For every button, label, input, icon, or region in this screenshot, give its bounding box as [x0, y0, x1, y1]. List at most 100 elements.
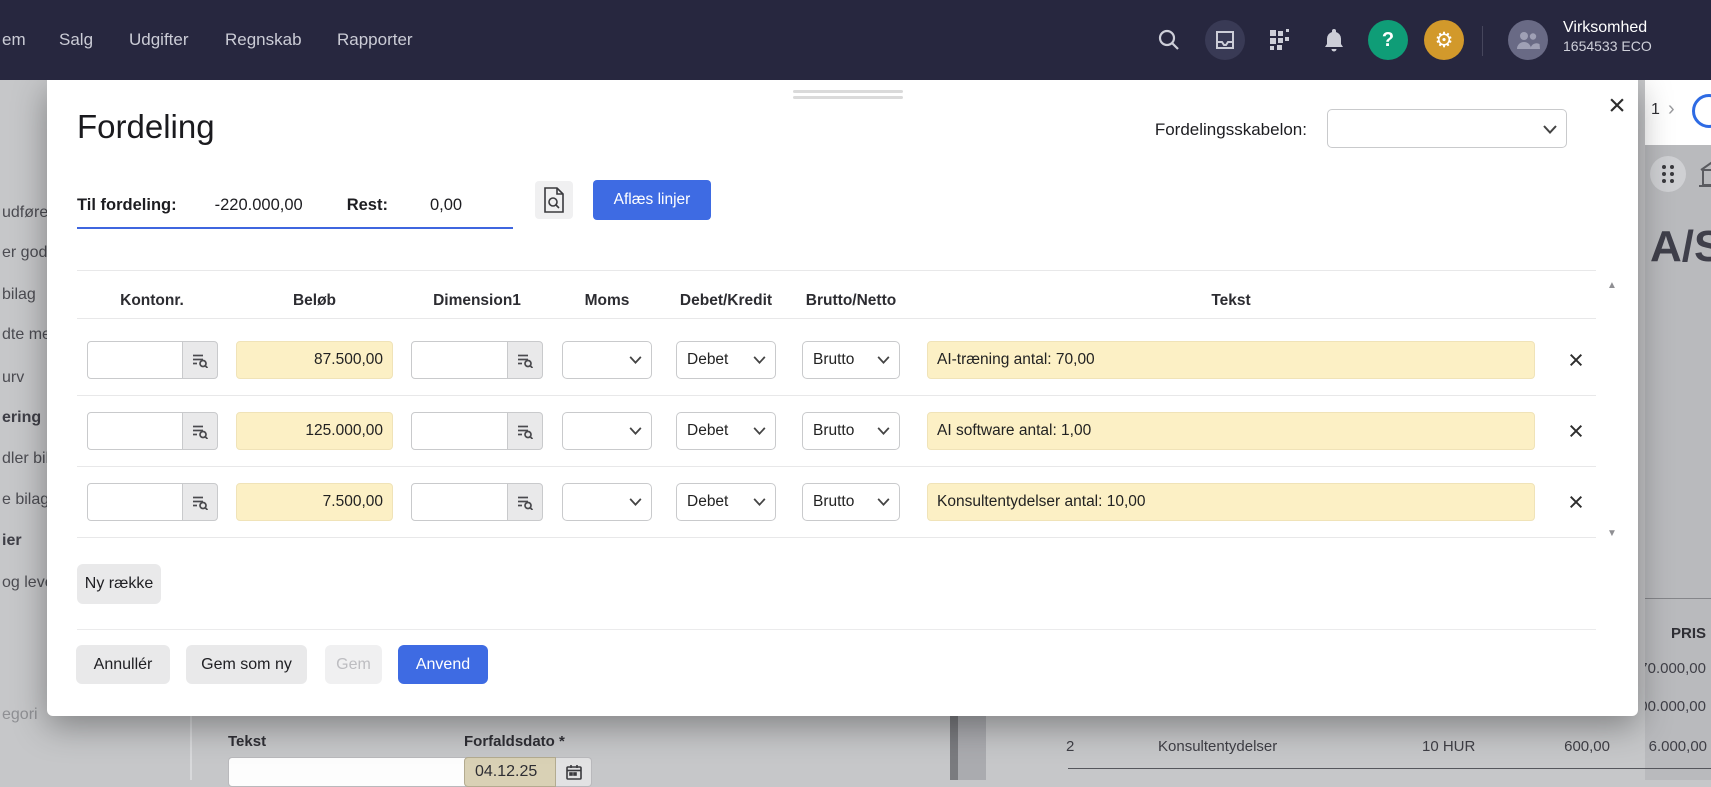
amount-input[interactable]	[236, 341, 393, 379]
list-search-icon	[517, 353, 534, 368]
delete-row-icon[interactable]: ×	[1560, 486, 1592, 518]
dimension-lookup-button[interactable]	[507, 483, 543, 521]
col-header-dimension1: Dimension1	[411, 292, 543, 310]
dimension-input[interactable]	[411, 412, 508, 450]
company-info[interactable]: Virksomhed 1654533 ECO	[1563, 18, 1652, 56]
read-lines-button[interactable]: Aflæs linjer	[593, 180, 711, 220]
search-icon[interactable]	[1149, 20, 1189, 60]
vat-select[interactable]	[562, 412, 652, 450]
company-name-fragment: A/S	[1650, 222, 1711, 272]
account-input[interactable]	[87, 412, 183, 450]
dimension-input[interactable]	[411, 483, 508, 521]
scroll-up-icon[interactable]: ▲	[1603, 278, 1621, 292]
close-icon[interactable]: ×	[1599, 88, 1635, 124]
sidebar-item: udføre	[2, 204, 48, 222]
delete-row-icon[interactable]: ×	[1560, 415, 1592, 447]
notifications-icon[interactable]	[1314, 20, 1354, 60]
debit-credit-value: Debet	[687, 351, 728, 369]
debit-credit-select[interactable]: Debet	[676, 341, 776, 379]
nav-item-salg[interactable]: Salg	[59, 0, 93, 80]
account-lookup-button[interactable]	[182, 483, 218, 521]
settings-icon[interactable]: ⚙	[1424, 20, 1464, 60]
sidebar-item: e bilag	[2, 491, 49, 509]
gross-net-select[interactable]: Brutto	[802, 412, 900, 450]
divider	[1645, 598, 1711, 599]
gross-net-select[interactable]: Brutto	[802, 341, 900, 379]
save-button[interactable]: Gem	[325, 645, 382, 684]
new-row-button[interactable]: Ny række	[77, 564, 161, 604]
rest-value: 0,00	[430, 196, 462, 215]
sidebar-item: er god	[2, 244, 47, 262]
nav-label: em	[2, 30, 26, 50]
chevron-down-icon	[877, 427, 890, 435]
template-select[interactable]	[1327, 109, 1567, 148]
debit-credit-value: Debet	[687, 493, 728, 511]
account-lookup-button[interactable]	[182, 412, 218, 450]
debit-credit-select[interactable]: Debet	[676, 483, 776, 521]
gross-net-value: Brutto	[813, 422, 854, 440]
apps-icon[interactable]	[1260, 20, 1300, 60]
chevron-down-icon	[877, 356, 890, 364]
amount-input[interactable]	[236, 412, 393, 450]
list-search-icon	[192, 495, 209, 510]
template-label: Fordelingsskabelon:	[1062, 120, 1307, 140]
help-glyph: ?	[1382, 29, 1394, 52]
invoice-line-price: 600,00	[1530, 738, 1610, 755]
invoice-line-qty: 10 HUR	[1422, 738, 1475, 755]
divider	[77, 466, 1596, 467]
nav-item-rapporter[interactable]: Rapporter	[337, 0, 413, 80]
chevron-down-icon	[1543, 125, 1557, 134]
dialog-drag-handle[interactable]	[793, 90, 903, 102]
vat-select[interactable]	[562, 341, 652, 379]
divider	[77, 395, 1596, 396]
cancel-button[interactable]: Annullér	[76, 645, 170, 684]
tekst-label: Tekst	[228, 733, 266, 750]
sidebar-item: dler bil	[2, 450, 49, 468]
col-header-kontonr: Kontonr.	[87, 292, 217, 310]
due-date-label: Forfaldsdato *	[464, 733, 565, 750]
preview-document-button[interactable]	[535, 181, 573, 219]
apply-button[interactable]: Anvend	[398, 645, 488, 684]
panel-border	[190, 716, 192, 780]
dimension-lookup-button[interactable]	[507, 341, 543, 379]
account-input[interactable]	[87, 341, 183, 379]
col-header-moms: Moms	[562, 292, 652, 310]
text-input[interactable]	[927, 412, 1535, 450]
amount-input[interactable]	[236, 483, 393, 521]
text-input[interactable]	[927, 341, 1535, 379]
nav-item-hjem[interactable]: em	[2, 0, 26, 80]
nav-item-regnskab[interactable]: Regnskab	[225, 0, 302, 80]
line-amount: 00.000,00	[1645, 698, 1706, 715]
sidebar-item: og leve	[2, 574, 54, 592]
chevron-down-icon	[629, 427, 642, 435]
chevron-down-icon	[877, 498, 890, 506]
divider	[1482, 26, 1483, 56]
avatar[interactable]	[1508, 20, 1548, 60]
nav-label: Udgifter	[129, 30, 189, 50]
sidebar-item-active: ering	[2, 409, 41, 427]
col-header-debet-kredit: Debet/Kredit	[676, 292, 776, 310]
divider	[77, 270, 1596, 271]
chevron-down-icon	[753, 498, 766, 506]
rest-label: Rest:	[347, 196, 388, 215]
building-icon	[1698, 160, 1711, 193]
save-as-new-button[interactable]: Gem som ny	[186, 645, 307, 684]
account-lookup-button[interactable]	[182, 341, 218, 379]
dimension-lookup-button[interactable]	[507, 412, 543, 450]
vat-select[interactable]	[562, 483, 652, 521]
account-input[interactable]	[87, 483, 183, 521]
sidebar-item-active: ier	[2, 532, 22, 550]
inbox-icon[interactable]	[1205, 20, 1245, 60]
text-input[interactable]	[927, 483, 1535, 521]
scroll-down-icon[interactable]: ▼	[1603, 526, 1621, 540]
debit-credit-select[interactable]: Debet	[676, 412, 776, 450]
sidebar-item: bilag	[2, 286, 36, 304]
help-icon[interactable]: ?	[1368, 20, 1408, 60]
invoice-line-name: Konsultentydelser	[1158, 738, 1277, 755]
nav-item-udgifter[interactable]: Udgifter	[129, 0, 189, 80]
delete-row-icon[interactable]: ×	[1560, 344, 1592, 376]
gross-net-select[interactable]: Brutto	[802, 483, 900, 521]
dimension-input[interactable]	[411, 341, 508, 379]
list-search-icon	[192, 424, 209, 439]
due-date-value: 04.12.25	[475, 763, 537, 781]
